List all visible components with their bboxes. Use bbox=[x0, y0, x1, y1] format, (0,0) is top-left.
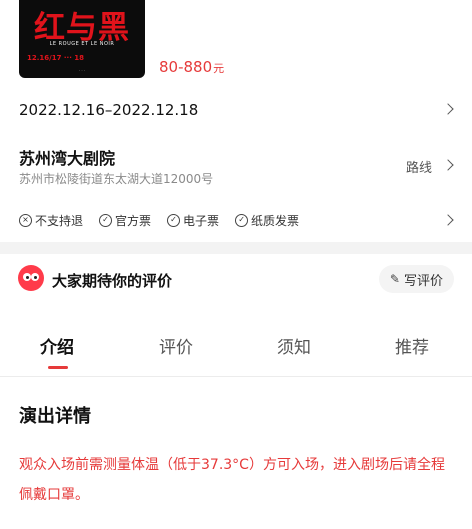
poster-subtitle: LE ROUGE ET LE NOIR bbox=[49, 41, 115, 47]
price-range: 80-880元 bbox=[159, 58, 224, 76]
write-review-button[interactable]: ✎ 写评价 bbox=[378, 265, 454, 293]
mascot-icon bbox=[18, 265, 44, 291]
service-tags[interactable]: × 不支持退 ✓ 官方票 ✓ 电子票 ✓ 纸质发票 bbox=[19, 210, 452, 230]
check-circle-icon: ✓ bbox=[99, 213, 113, 227]
tab-notice[interactable]: 须知 bbox=[277, 333, 311, 358]
check-circle-icon: ✓ bbox=[235, 213, 249, 227]
content-tabs: 介绍 评价 须知 推荐 bbox=[0, 321, 472, 377]
poster-dates: 12.16/17 ··· 18 bbox=[27, 54, 85, 62]
tag-label: 纸质发票 bbox=[251, 213, 300, 228]
section-divider bbox=[0, 242, 472, 254]
write-review-label: 写评价 bbox=[403, 273, 443, 289]
tag-official: ✓ 官方票 bbox=[99, 212, 151, 229]
tag-paper-invoice: ✓ 纸质发票 bbox=[235, 212, 299, 229]
tab-recommend[interactable]: 推荐 bbox=[395, 333, 429, 358]
tab-indicator bbox=[48, 366, 68, 369]
tab-intro[interactable]: 介绍 bbox=[40, 333, 74, 358]
check-circle-icon: ✓ bbox=[167, 213, 181, 227]
review-prompt: 大家期待你的评价 ✎ 写评价 bbox=[0, 254, 472, 306]
tag-label: 电子票 bbox=[183, 213, 220, 228]
chevron-right-icon bbox=[442, 159, 454, 171]
review-title: 大家期待你的评价 bbox=[52, 272, 173, 290]
tag-e-ticket: ✓ 电子票 bbox=[167, 212, 219, 229]
venue-name: 苏州湾大剧院 bbox=[19, 149, 116, 168]
date-range: 2022.12.16–2022.12.18 bbox=[19, 101, 199, 119]
show-poster[interactable]: 红与黑 LE ROUGE ET LE NOIR 12.16/17 ··· 18 … bbox=[19, 0, 145, 78]
tag-no-refund: × 不支持退 bbox=[19, 212, 83, 229]
route-link[interactable]: 路线 bbox=[406, 157, 432, 176]
price-value: 80-880 bbox=[159, 58, 213, 76]
price-unit: 元 bbox=[213, 62, 225, 75]
tag-label: 官方票 bbox=[115, 213, 152, 228]
tab-reviews[interactable]: 评价 bbox=[159, 333, 193, 358]
poster-footer: · · · bbox=[78, 68, 86, 73]
date-row[interactable]: 2022.12.16–2022.12.18 bbox=[19, 100, 472, 120]
health-notice: 观众入场前需测量体温（低于37.3°C）方可入场，进入剧场后请全程佩戴口罩。 bbox=[19, 457, 445, 503]
x-circle-icon: × bbox=[19, 213, 32, 227]
pen-icon: ✎ bbox=[389, 272, 400, 286]
tag-label: 不支持退 bbox=[35, 213, 84, 228]
details-title: 演出详情 bbox=[19, 406, 91, 427]
venue-address: 苏州市松陵街道东太湖大道12000号 bbox=[19, 172, 214, 186]
